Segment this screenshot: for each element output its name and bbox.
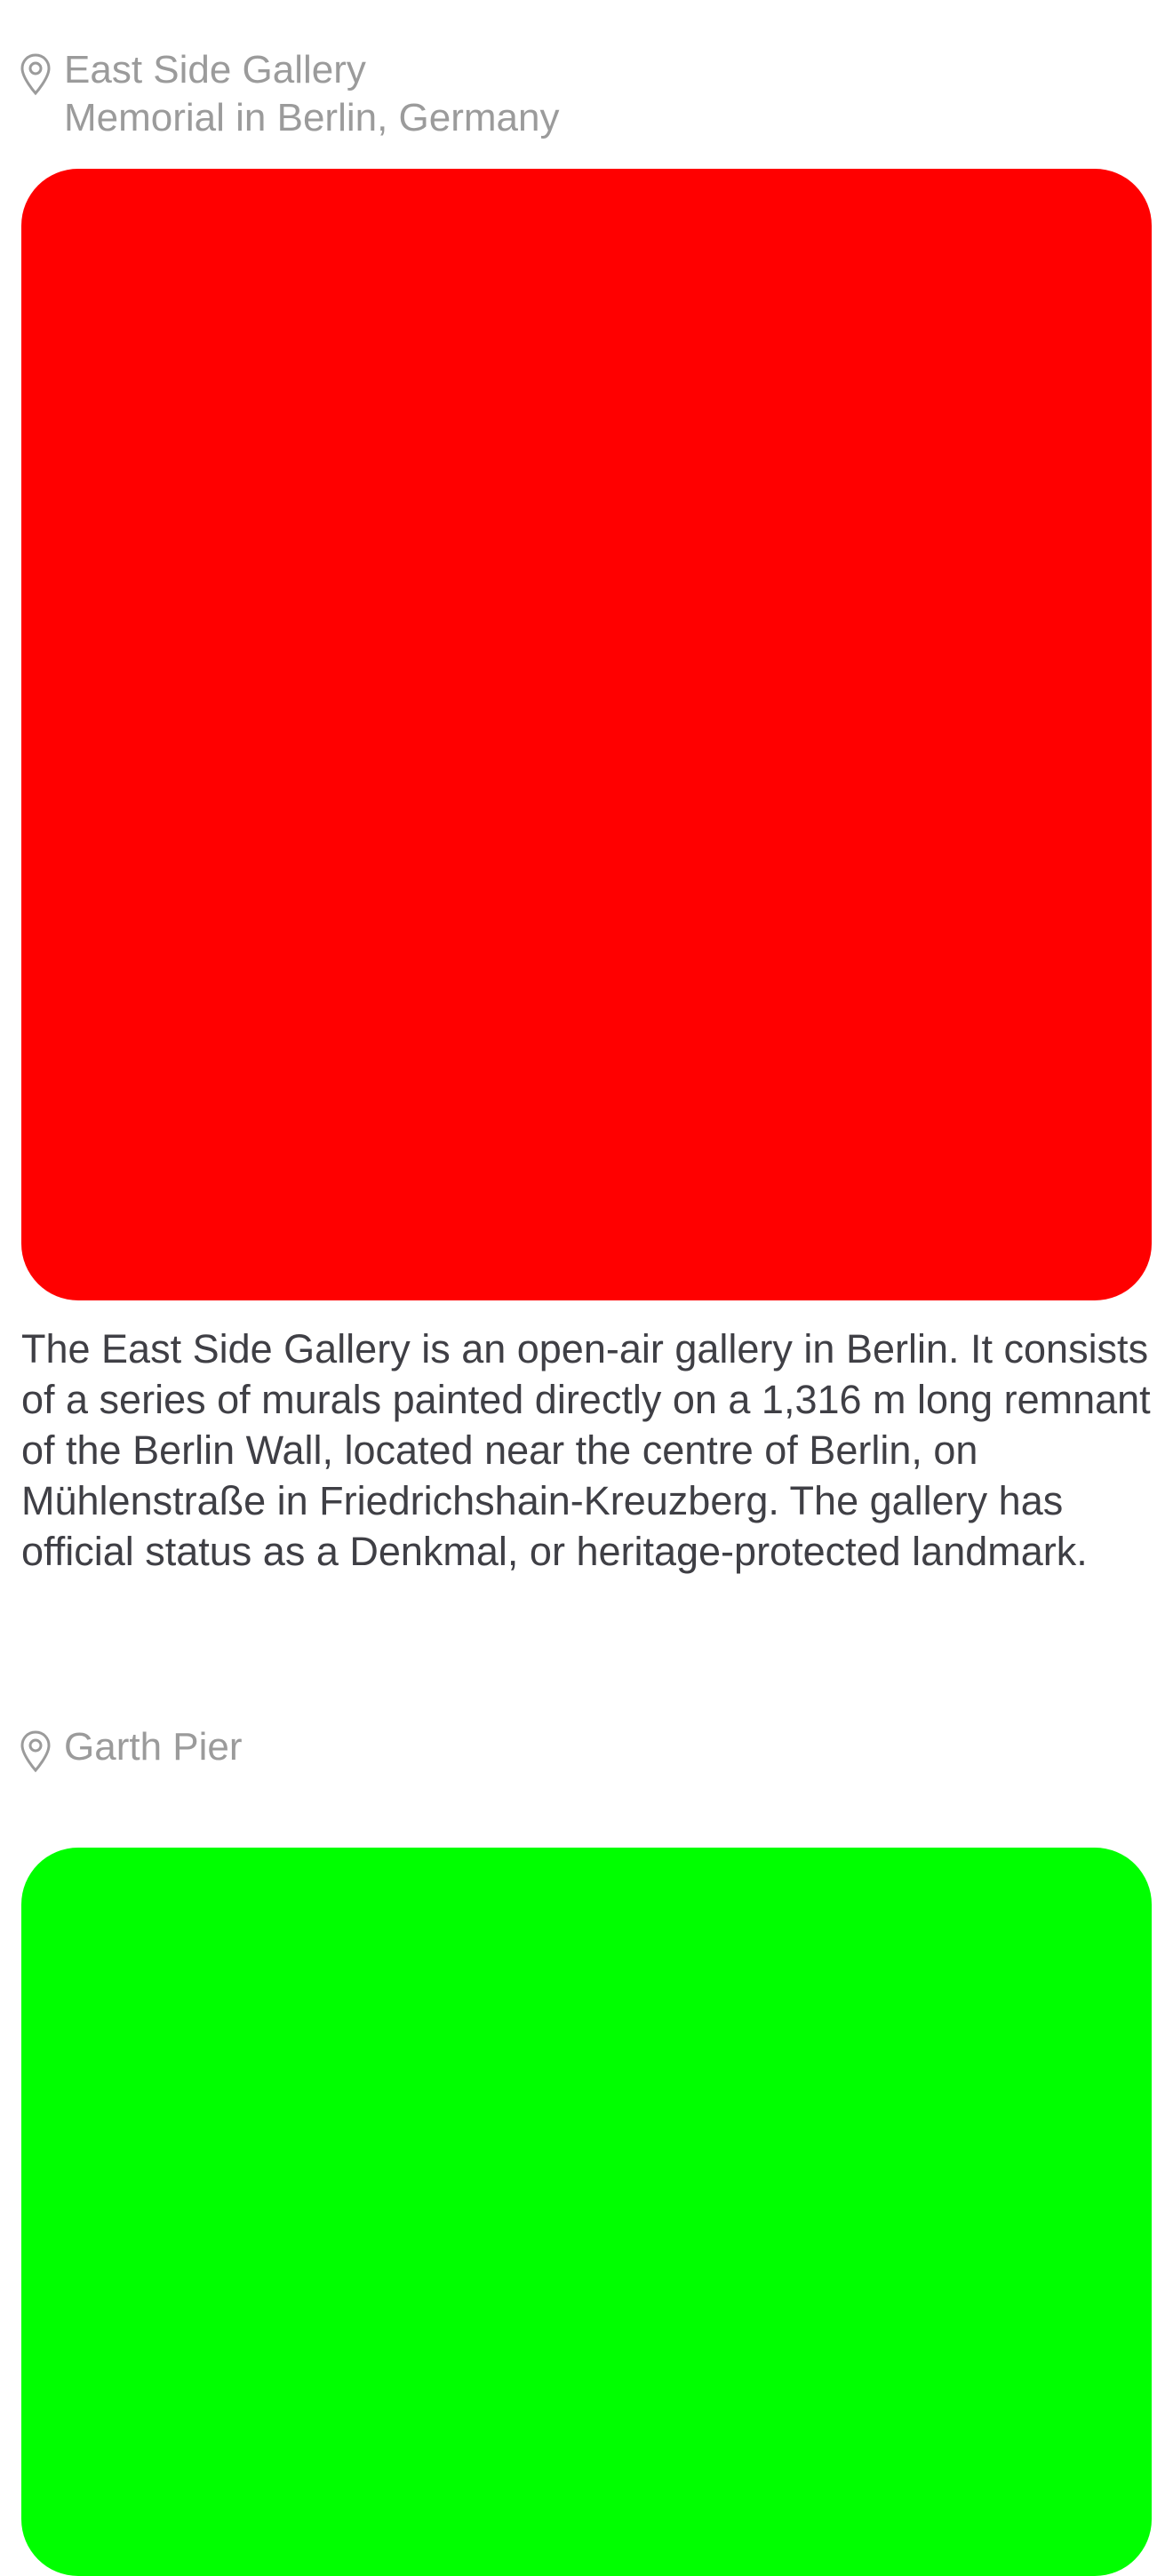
location-header-garth-pier: Garth Pier	[20, 1723, 243, 1773]
place-name: Garth Pier	[64, 1725, 243, 1769]
place-photo[interactable]	[21, 169, 1152, 1300]
map-pin-icon	[20, 53, 52, 96]
place-description: The East Side Gallery is an open-air gal…	[21, 1326, 1151, 1574]
place-subtitle: Memorial in Berlin, Germany	[64, 96, 560, 139]
map-pin-icon	[20, 1730, 52, 1773]
location-header-east-side-gallery: East Side Gallery Memorial in Berlin, Ge…	[20, 46, 560, 142]
place-name: East Side Gallery	[64, 48, 366, 91]
place-photo[interactable]	[21, 1848, 1152, 2576]
